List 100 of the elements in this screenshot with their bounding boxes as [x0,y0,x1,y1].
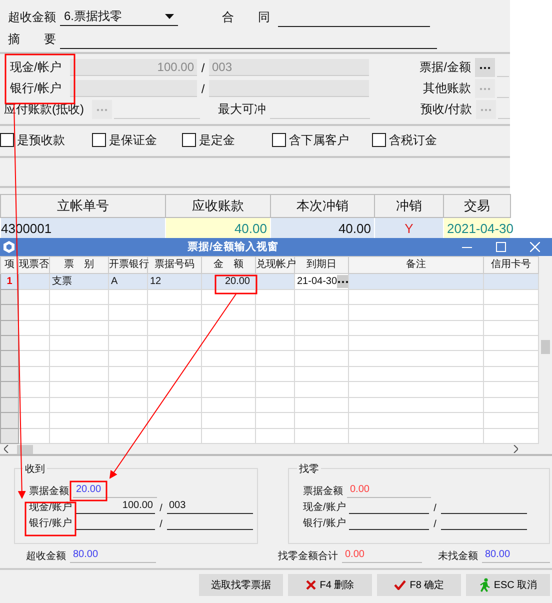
group-title: 找零 [297,462,321,476]
ellipsis-button[interactable] [475,58,495,77]
column-header: 票 别 [50,256,108,274]
field-label: 票据金额 [303,484,344,498]
checkbox-label: 是保证金 [109,132,157,148]
field-label: 未找金额 [438,550,478,563]
table-cell [18,274,50,290]
separator: / [158,519,164,530]
checkbox[interactable] [182,133,196,147]
table-cell: Y [374,218,444,238]
table-cell: 40.00 [270,218,374,238]
annotation-box [214,274,258,294]
empty-row[interactable] [0,304,538,320]
column-header: 金 额 [202,256,256,274]
empty-row[interactable] [0,320,538,336]
grid-row[interactable]: 1 支票 A 12 20.00 21-04-30 [0,274,538,290]
empty-row[interactable] [0,412,538,428]
column-header: 冲销 [374,194,444,218]
field-label: 票据金额 [29,484,70,498]
dialog-button[interactable]: ESC 取消 [466,574,550,596]
check-icon [394,580,406,590]
checkbox-label: 是定金 [199,132,235,148]
field-label: 其他账款 [422,80,471,97]
checkbox-label: 含税订金 [389,132,437,148]
scroll-right-icon[interactable] [513,445,518,453]
separator: / [200,60,206,74]
field-label: 现金/帐户 [10,59,62,76]
total-value: 80.00 [482,549,550,563]
separator: / [200,82,206,96]
empty-row[interactable] [0,397,538,413]
field-label: 找零金额合计 [278,550,338,563]
column-header: 票据号码 [148,256,202,274]
separator: / [432,503,438,514]
amount-field: 20.00 [73,484,157,498]
scroll-thumb[interactable] [17,444,33,454]
table-cell: 40.00 [166,218,270,238]
scroll-thumb[interactable] [541,340,550,354]
field-label: 超收金额 [8,8,56,26]
empty-row[interactable] [0,382,538,398]
total-value: 0.00 [342,549,422,563]
dialog-button[interactable]: F8 确定 [377,574,461,596]
group-title: 收到 [23,462,47,476]
column-header: 备注 [348,256,484,274]
table-cell: 2021-04-30 [444,218,510,238]
separator: / [158,503,164,514]
minimize-icon [462,246,472,248]
ellipsis-button[interactable] [337,275,348,288]
ellipsis-icon [338,280,348,283]
field-label: 预收/付款 [420,101,472,118]
window-title: 票据/金额输入视窗 [186,240,280,254]
dialog-button[interactable]: 选取找零票据 [199,574,283,596]
column-header: 应收账款 [166,194,270,218]
column-header: 兑现帐户 [256,256,294,274]
table-cell: A [108,274,148,290]
dropdown-arrow-icon [165,14,174,19]
annotation-box [4,54,76,104]
horizontal-scrollbar[interactable] [0,444,552,456]
empty-row[interactable] [0,336,538,351]
column-header: 交易 [444,194,510,218]
column-header: 到期日 [294,256,348,274]
dialog-button[interactable]: F4 删除 [288,574,372,596]
table-cell: 支票 [50,274,108,290]
field-label: 最大可冲 [218,101,267,118]
column-header: 开票银行 [108,256,148,274]
column-header: 项 [0,256,18,274]
field-label: 现金/账户 [303,500,347,514]
field-label: 超收金额 [26,550,66,563]
checkbox-label: 含下属客户 [289,132,349,148]
table-cell: 12 [148,274,202,290]
field-label: 摘 要 [8,30,56,48]
checkbox[interactable] [92,133,106,147]
scroll-left-icon[interactable] [4,445,9,453]
field-label: 银行/账户 [29,516,73,530]
column-header: 立帐单号 [0,194,166,218]
field-label: 银行/帐户 [10,80,62,97]
close-icon [530,242,540,252]
column-header: 本次冲销 [270,194,374,218]
amount-field[interactable]: 100.00 [75,500,155,514]
separator: / [432,519,438,530]
total-value: 80.00 [70,549,156,563]
date-field[interactable]: 21-04-30 [294,274,348,290]
table-cell [484,274,538,290]
amount-field: 0.00 [347,484,431,498]
maximize-icon [496,242,506,252]
field-label: 银行/账户 [303,516,347,530]
account-field[interactable]: 003 [167,500,253,514]
checkbox[interactable] [272,133,286,147]
empty-row[interactable] [0,366,538,382]
column-header: 信用卡号 [484,256,538,274]
mode-dropdown[interactable]: 6.票据找零 [60,8,178,26]
cross-icon [306,580,316,590]
checkbox[interactable] [372,133,386,147]
vertical-scrollbar[interactable] [539,256,552,444]
empty-row[interactable] [0,350,538,366]
running-figure-icon [478,578,490,592]
checkbox-label: 是预收款 [17,132,65,148]
field-label: 合 同 [222,8,270,26]
checkbox[interactable] [0,133,14,147]
column-header: 现票否 [18,256,50,274]
field-label: 票据/金额 [418,59,471,76]
